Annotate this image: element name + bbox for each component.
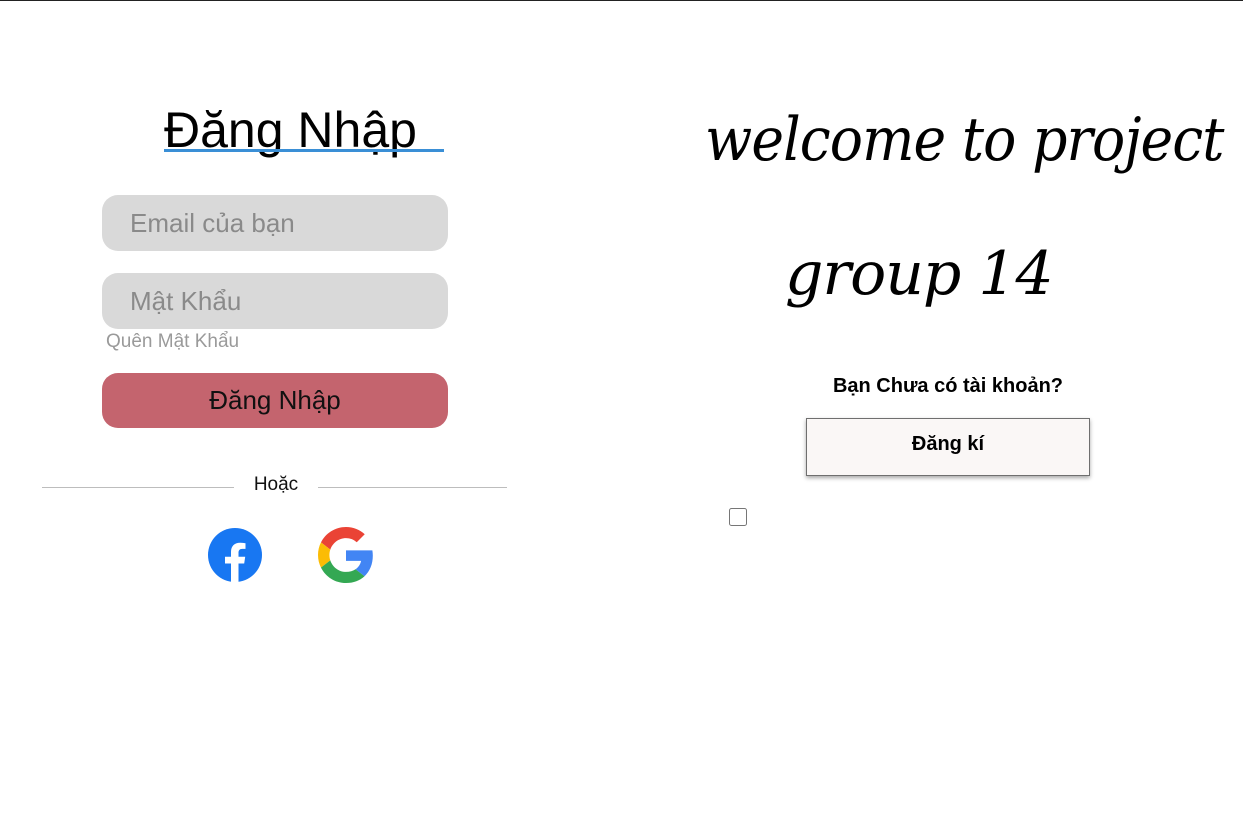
password-input[interactable] [102,273,448,329]
checkbox[interactable] [729,508,747,526]
divider-left [42,487,234,488]
email-input[interactable] [102,195,448,251]
title-underline [164,149,444,152]
login-button[interactable]: Đăng Nhập [102,373,448,428]
forgot-password-link[interactable]: Quên Mật Khẩu [106,330,239,354]
divider-text: Hoặc [253,474,299,495]
divider-right [318,487,507,488]
google-login-button[interactable] [318,527,374,583]
top-border [0,0,1243,1]
facebook-icon [208,528,262,582]
welcome-heading-line-2: group 14 [785,239,1054,309]
google-icon [318,527,373,583]
no-account-prompt: Bạn Chưa có tài khoản? [832,375,1064,397]
register-button[interactable]: Đăng kí [806,418,1090,476]
welcome-heading-line-1: welcome to project [705,105,1224,175]
facebook-login-button[interactable] [207,527,263,583]
